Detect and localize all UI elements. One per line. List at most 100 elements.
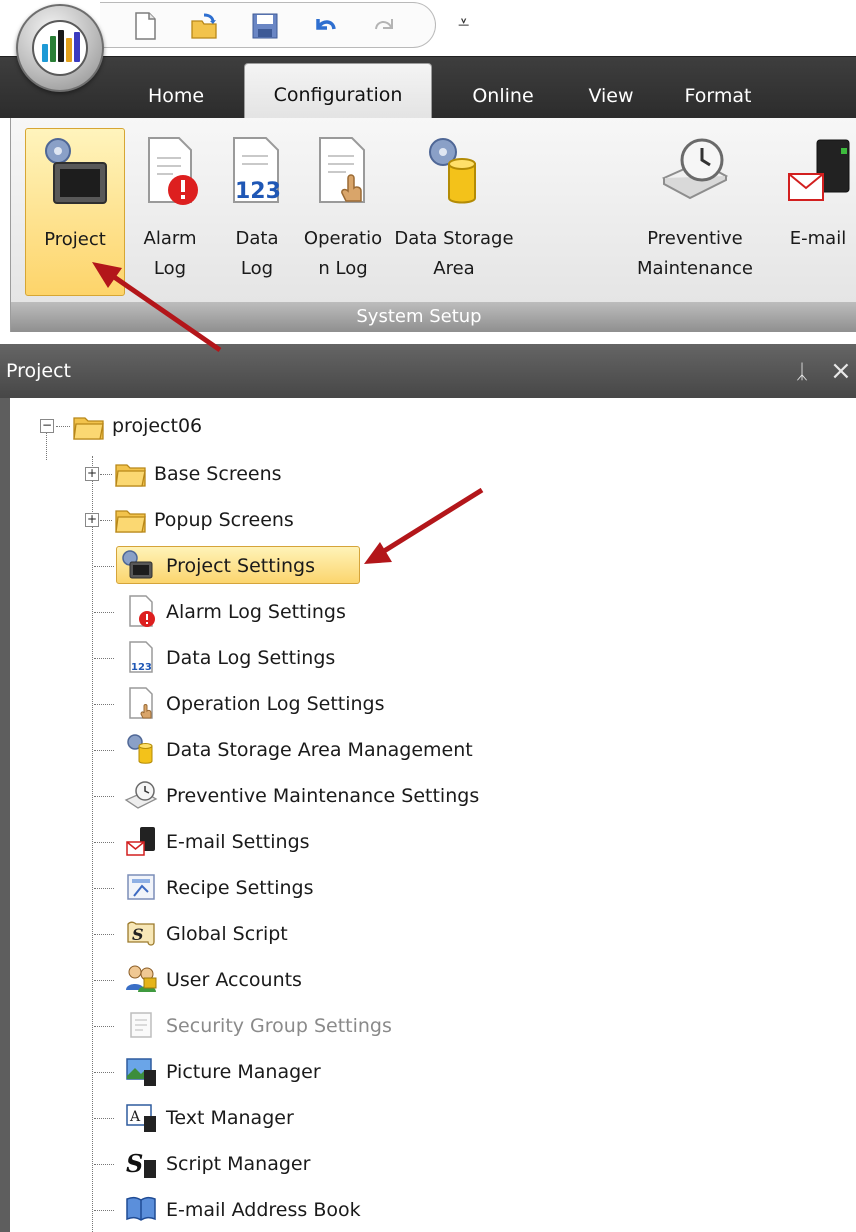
project-pane-title: Project	[6, 360, 72, 382]
maintenance-clock-icon	[661, 138, 729, 200]
text-manager-icon: A	[126, 1104, 156, 1132]
data-log-button[interactable]: 123 Data Log	[219, 128, 295, 296]
tree-item-global-script[interactable]: S Global Script	[10, 914, 710, 954]
tree-item-data-log-settings[interactable]: 123 Data Log Settings	[10, 638, 710, 678]
collapse-expander[interactable]: −	[40, 419, 54, 433]
application-button[interactable]	[16, 4, 104, 92]
project-button[interactable]: Project	[25, 128, 125, 296]
tree-label: Global Script	[166, 923, 288, 945]
tree-item-picture-manager[interactable]: Picture Manager	[10, 1052, 710, 1092]
tree-label: Alarm Log Settings	[166, 601, 346, 623]
ribbon-button-label: E-mail	[789, 228, 847, 249]
tree-label: Operation Log Settings	[166, 693, 385, 715]
tree-item-alarm-log-settings[interactable]: Alarm Log Settings	[10, 592, 710, 632]
redo-icon[interactable]	[370, 11, 400, 41]
data-log-icon: 123	[129, 641, 153, 673]
operation-log-icon	[319, 137, 365, 203]
tree-label: E-mail Address Book	[166, 1199, 361, 1221]
ribbon-panel: Project Alarm Log 123 Data Log Operatio n L…	[10, 118, 856, 332]
recipe-icon	[127, 874, 155, 900]
user-accounts-icon	[126, 965, 157, 992]
data-log-icon: 123	[233, 137, 281, 204]
tree-item-script-manager[interactable]: S Script Manager	[10, 1144, 710, 1184]
tree-label: Base Screens	[154, 463, 282, 485]
tab-home[interactable]: Home	[126, 75, 226, 119]
close-icon[interactable]: ×	[830, 344, 852, 398]
save-icon[interactable]	[250, 11, 280, 41]
tab-configuration[interactable]: Configuration	[244, 63, 432, 119]
data-log-icon-text: 123	[131, 662, 152, 673]
folder-open-icon	[73, 417, 104, 440]
project-settings-icon	[122, 550, 153, 579]
project-pane-header: Project ᛣ ×	[0, 344, 856, 398]
tree-item-email-address-book[interactable]: E-mail Address Book	[10, 1190, 710, 1230]
tree-root-project06[interactable]: − project06	[10, 408, 710, 448]
expand-expander[interactable]: +	[85, 513, 99, 527]
tree-item-popup-screens[interactable]: + Popup Screens	[10, 500, 710, 540]
alarm-log-button[interactable]: Alarm Log	[129, 128, 211, 296]
operation-log-icon	[129, 687, 153, 719]
undo-icon[interactable]	[310, 11, 340, 41]
ribbon-button-label: n Log	[318, 258, 368, 279]
ribbon-button-label: Preventive	[647, 228, 743, 249]
tree-label: project06	[112, 415, 203, 437]
text-manager-icon-text: A	[129, 1109, 141, 1125]
quick-access-toolbar: ⩡	[0, 0, 856, 56]
quick-access-bar	[100, 2, 436, 48]
tree-item-email-settings[interactable]: E-mail Settings	[10, 822, 710, 862]
pin-icon[interactable]: ᛣ	[796, 344, 808, 398]
open-folder-icon[interactable]	[190, 11, 220, 41]
ribbon-group-label: System Setup	[11, 302, 856, 332]
expand-expander[interactable]: +	[85, 467, 99, 481]
data-storage-icon	[429, 138, 476, 204]
tree-label: E-mail Settings	[166, 831, 310, 853]
tree-item-security-group-settings[interactable]: Security Group Settings	[10, 1006, 710, 1046]
ribbon-button-label: Alarm	[143, 228, 197, 249]
ribbon-tab-strip: Home Configuration Online View Format	[0, 56, 856, 119]
tree-item-preventive-maintenance-settings[interactable]: Preventive Maintenance Settings	[10, 776, 710, 816]
preventive-maintenance-button[interactable]: Preventive Maintenance	[625, 128, 765, 296]
data-storage-area-button[interactable]: Data Storage Area	[389, 128, 519, 296]
tree-label: User Accounts	[166, 969, 302, 991]
tree-label: Project Settings	[166, 555, 315, 577]
tree-label: Popup Screens	[154, 509, 294, 531]
global-script-icon-text: S	[132, 925, 144, 944]
script-manager-icon: S	[126, 1149, 156, 1178]
tree-item-recipe-settings[interactable]: Recipe Settings	[10, 868, 710, 908]
ribbon-button-label: Area	[433, 258, 475, 279]
tab-view[interactable]: View	[570, 75, 652, 119]
ribbon-button-label: Data Storage	[394, 228, 514, 249]
tree-label: Data Storage Area Management	[166, 739, 473, 761]
ribbon-button-label: Data	[235, 228, 279, 249]
email-icon	[126, 827, 155, 856]
ribbon-button-label: Project	[44, 229, 106, 250]
project-icon	[45, 138, 107, 204]
tree-label: Picture Manager	[166, 1061, 321, 1083]
tree-item-user-accounts[interactable]: User Accounts	[10, 960, 710, 1000]
data-storage-icon	[127, 734, 153, 764]
folder-icon	[115, 510, 146, 533]
tab-format[interactable]: Format	[664, 75, 772, 119]
new-file-icon[interactable]	[130, 11, 160, 41]
email-button[interactable]: E-mail	[775, 128, 856, 296]
security-group-icon	[130, 1012, 152, 1038]
tree-item-data-storage-area-management[interactable]: Data Storage Area Management	[10, 730, 710, 770]
picture-manager-icon	[126, 1058, 156, 1086]
ribbon-button-label: Log	[240, 258, 274, 279]
email-icon	[788, 139, 850, 201]
global-script-icon: S	[127, 921, 155, 946]
alarm-log-icon	[129, 595, 155, 627]
address-book-icon	[126, 1196, 156, 1221]
tree-label: Recipe Settings	[166, 877, 314, 899]
tree-item-operation-log-settings[interactable]: Operation Log Settings	[10, 684, 710, 724]
ribbon-button-label: Log	[153, 258, 187, 279]
ribbon-button-label: Operatio	[303, 228, 383, 249]
tab-online[interactable]: Online	[448, 75, 558, 119]
tree-item-text-manager[interactable]: A Text Manager	[10, 1098, 710, 1138]
maintenance-clock-icon	[124, 781, 158, 809]
customize-qat-dropdown[interactable]: ⩡	[458, 10, 469, 34]
tree-label: Script Manager	[166, 1153, 311, 1175]
tree-item-base-screens[interactable]: + Base Screens	[10, 454, 710, 494]
operation-log-button[interactable]: Operatio n Log	[297, 128, 389, 296]
tree-item-project-settings[interactable]: Project Settings	[10, 546, 710, 586]
